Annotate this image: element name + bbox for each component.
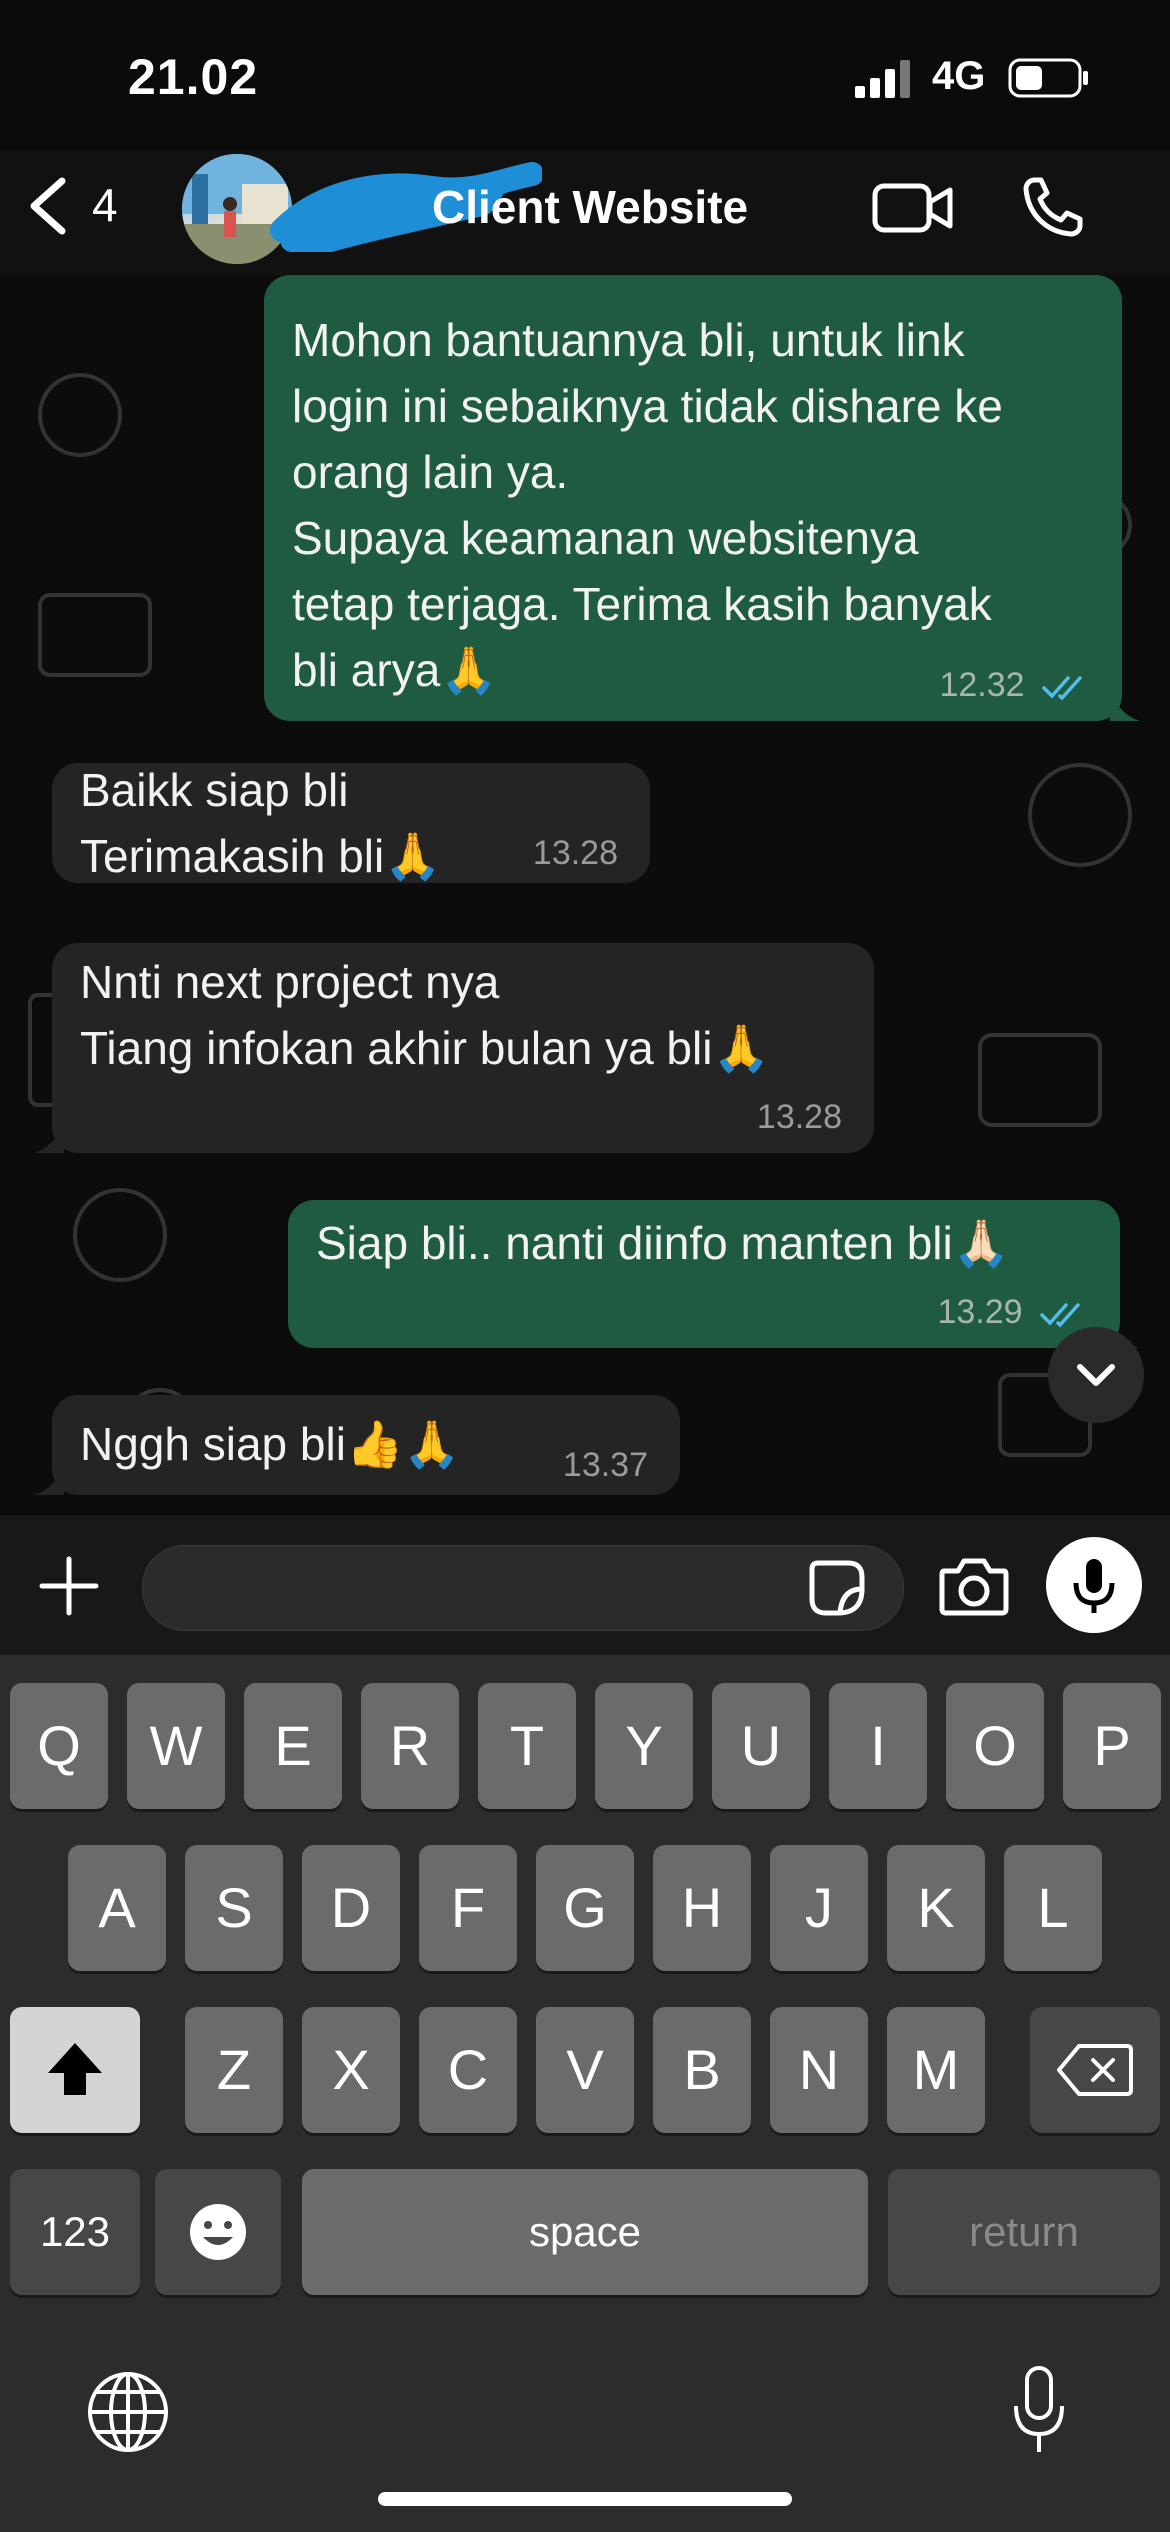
emoji-icon <box>190 2204 246 2260</box>
back-chevron-icon[interactable] <box>22 175 74 237</box>
key[interactable]: O <box>946 1683 1044 1809</box>
message-time: 12.32 <box>939 666 1025 704</box>
bubble-tail <box>34 1465 64 1495</box>
key[interactable]: E <box>244 1683 342 1809</box>
message-text: Baikk siap bli <box>80 764 349 816</box>
mic-icon <box>1073 1559 1115 1613</box>
bubble-tail <box>34 1123 64 1153</box>
key[interactable]: H <box>653 1845 751 1971</box>
message-text: orang lain ya. <box>292 446 569 498</box>
status-bar: 21.02 4G <box>0 0 1170 150</box>
numbers-key[interactable]: 123 <box>10 2169 140 2295</box>
key[interactable]: F <box>419 1845 517 1971</box>
return-key[interactable]: return <box>888 2169 1160 2295</box>
key[interactable]: V <box>536 2007 634 2133</box>
bubble-tail <box>1110 691 1140 721</box>
backspace-icon <box>1057 2044 1133 2096</box>
message-text: login ini sebaiknya tidak dishare ke <box>292 380 1003 432</box>
message-text: Nggh siap bli👍🙏 <box>80 1418 461 1470</box>
key[interactable]: C <box>419 2007 517 2133</box>
message-text: Supaya keamanan websitenya <box>292 512 919 564</box>
key[interactable]: P <box>1063 1683 1161 1809</box>
key[interactable]: X <box>302 2007 400 2133</box>
message-meta: 12.32 <box>939 665 1090 705</box>
backspace-key[interactable] <box>1030 2007 1160 2133</box>
key[interactable]: B <box>653 2007 751 2133</box>
status-time: 21.02 <box>128 49 259 105</box>
dictation-icon[interactable] <box>1010 2362 1068 2458</box>
message-text: Tiang infokan akhir bulan ya bli🙏 <box>80 1022 770 1074</box>
key[interactable]: K <box>887 1845 985 1971</box>
signal-icon <box>855 60 910 98</box>
key[interactable]: M <box>887 2007 985 2133</box>
key[interactable]: W <box>127 1683 225 1809</box>
message-input[interactable] <box>142 1545 904 1631</box>
message-text: Siap bli.. nanti diinfo manten bli🙏🏻 <box>316 1217 1010 1269</box>
key[interactable]: S <box>185 1845 283 1971</box>
key[interactable]: G <box>536 1845 634 1971</box>
key[interactable]: Q <box>10 1683 108 1809</box>
message-text: tetap terjaga. Terima kasih banyak <box>292 578 992 630</box>
message-time: 13.29 <box>937 1293 1023 1331</box>
message-bubble-outgoing[interactable]: Mohon bantuannya bli, untuk link login i… <box>264 275 1140 721</box>
message-bubble-incoming[interactable]: Baikk siap bli Terimakasih bli🙏 13.28 <box>52 763 650 883</box>
message-meta: 13.29 <box>937 1292 1088 1332</box>
emoji-key[interactable] <box>155 2169 281 2295</box>
read-ticks-icon <box>1042 676 1082 701</box>
read-ticks-icon <box>1040 1303 1080 1328</box>
key[interactable]: A <box>68 1845 166 1971</box>
battery-icon <box>1008 58 1088 98</box>
key[interactable]: U <box>712 1683 810 1809</box>
message-bubble-outgoing[interactable]: Siap bli.. nanti diinfo manten bli🙏🏻 13.… <box>288 1200 1138 1348</box>
phone-icon[interactable] <box>1020 174 1086 240</box>
message-text: bli arya🙏 <box>292 644 498 696</box>
key[interactable]: R <box>361 1683 459 1809</box>
shift-icon <box>48 2043 102 2095</box>
video-call-icon[interactable] <box>872 178 954 238</box>
key[interactable]: N <box>770 2007 868 2133</box>
shift-key[interactable] <box>10 2007 140 2133</box>
network-type: 4G <box>932 54 986 98</box>
plus-icon[interactable] <box>38 1555 100 1617</box>
chevron-down-icon <box>1077 1364 1115 1386</box>
message-text: Nnti next project nya <box>80 956 500 1008</box>
unread-count[interactable]: 4 <box>92 178 118 232</box>
key[interactable]: Z <box>185 2007 283 2133</box>
camera-icon[interactable] <box>938 1555 1010 1617</box>
message-bubble-incoming[interactable]: Nnti next project nya Tiang infokan akhi… <box>34 943 874 1153</box>
key[interactable]: J <box>770 1845 868 1971</box>
sticker-icon[interactable] <box>808 1559 866 1617</box>
globe-icon[interactable] <box>86 2370 170 2454</box>
composer-bar <box>0 1515 1170 1655</box>
message-text: Mohon bantuannya bli, untuk link <box>292 314 965 366</box>
message-time: 13.28 <box>756 1098 842 1136</box>
chat-header: 4 Client Website <box>0 150 1170 275</box>
space-key[interactable]: space <box>302 2169 868 2295</box>
key[interactable]: T <box>478 1683 576 1809</box>
key[interactable]: I <box>829 1683 927 1809</box>
contact-name[interactable]: Client Website <box>432 180 748 234</box>
message-list[interactable]: Mohon bantuannya bli, untuk link login i… <box>0 275 1170 1515</box>
home-indicator <box>378 2492 792 2506</box>
key[interactable]: D <box>302 1845 400 1971</box>
message-text: Terimakasih bli🙏 <box>80 830 442 882</box>
voice-record-button[interactable] <box>1046 1537 1142 1633</box>
message-time: 13.28 <box>532 834 618 872</box>
scroll-to-bottom-button[interactable] <box>1048 1327 1144 1423</box>
key[interactable]: L <box>1004 1845 1102 1971</box>
message-time: 13.37 <box>562 1446 648 1484</box>
key[interactable]: Y <box>595 1683 693 1809</box>
message-bubble-incoming[interactable]: Nggh siap bli👍🙏 13.37 <box>34 1395 680 1495</box>
